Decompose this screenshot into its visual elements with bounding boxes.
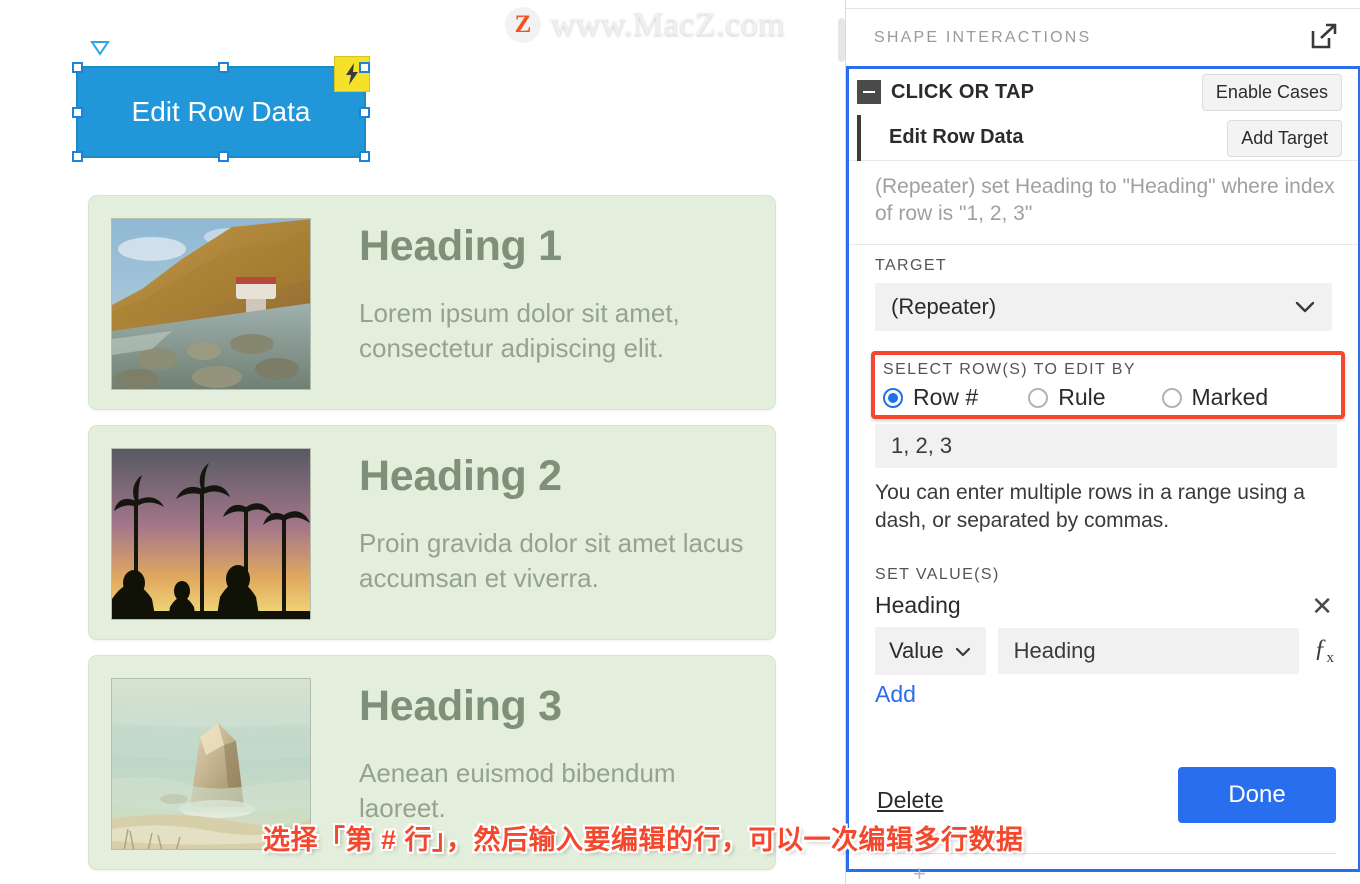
radio-rule-label: Rule	[1058, 384, 1106, 410]
watermark: Z www.MacZ.com	[505, 6, 785, 44]
collapse-minus-icon[interactable]	[857, 80, 881, 104]
selected-widget-group[interactable]: Edit Row Data	[72, 41, 370, 162]
resize-handle[interactable]	[72, 62, 83, 73]
row-select-label: SELECT ROW(S) TO EDIT BY	[883, 361, 1136, 378]
fx-function-icon[interactable]: ƒx	[1311, 635, 1337, 667]
card-heading: Heading 3	[359, 682, 562, 730]
chevron-down-icon	[954, 638, 972, 664]
card-text: Lorem ipsum dolor sit amet, consectetur …	[359, 298, 680, 364]
set-values-label: SET VALUE(S)	[875, 566, 1000, 583]
resize-handle[interactable]	[359, 62, 370, 73]
card-image	[111, 448, 311, 620]
app-root: Z www.MacZ.com Edit Row Data Heading 1 L…	[0, 0, 1360, 884]
radio-button-selected-icon[interactable]	[883, 387, 903, 408]
done-button[interactable]: Done	[1178, 767, 1336, 823]
action-title: Edit Row Data	[889, 126, 1024, 148]
chevron-down-icon	[1294, 294, 1316, 320]
resize-handle[interactable]	[359, 151, 370, 162]
target-section: TARGET (Repeater)	[849, 245, 1358, 331]
repeater-row-item[interactable]: Heading 2 Proin gravida dolor sit amet l…	[88, 425, 776, 640]
rows-hint-text: You can enter multiple rows in a range u…	[875, 481, 1305, 532]
repeater-row-item[interactable]: Heading 1 Lorem ipsum dolor sit amet, co…	[88, 195, 776, 410]
design-canvas[interactable]: Z www.MacZ.com Edit Row Data Heading 1 L…	[0, 0, 845, 884]
edit-row-data-button[interactable]: Edit Row Data	[76, 66, 366, 158]
watermark-text: www.MacZ.com	[551, 6, 786, 43]
rows-input[interactable]: 1, 2, 3	[875, 424, 1337, 468]
radio-marked[interactable]: Marked	[1161, 384, 1269, 411]
enable-cases-button[interactable]: Enable Cases	[1201, 74, 1342, 111]
card-heading: Heading 2	[359, 452, 562, 500]
resize-handle[interactable]	[218, 62, 229, 73]
target-label: TARGET	[875, 256, 948, 274]
set-values-type-select[interactable]: Value	[875, 627, 986, 675]
card-text: Aenean euismod bibendum laoreet.	[359, 758, 676, 824]
card-text: Proin gravida dolor sit amet lacus accum…	[359, 528, 744, 594]
row-select-highlight: SELECT ROW(S) TO EDIT BY Row # Rule Mark…	[871, 351, 1345, 419]
set-values-column-name: Heading	[875, 592, 961, 618]
edit-row-data-button-label: Edit Row Data	[131, 96, 311, 127]
target-select-value: (Repeater)	[891, 293, 997, 319]
card-image	[111, 218, 311, 390]
radio-button-icon[interactable]	[1028, 387, 1049, 408]
panel-header: SHAPE INTERACTIONS	[846, 9, 1360, 67]
action-summary: (Repeater) set Heading to "Heading" wher…	[849, 161, 1358, 245]
delete-link[interactable]: Delete	[877, 787, 943, 814]
add-target-button[interactable]: Add Target	[1227, 120, 1342, 157]
panel-title: SHAPE INTERACTIONS	[874, 29, 1092, 46]
radio-row-number[interactable]: Row #	[883, 384, 978, 411]
resize-handle[interactable]	[218, 151, 229, 162]
set-values-name-row: Heading ✕	[875, 592, 1337, 619]
set-values-type-label: Value	[889, 638, 944, 663]
external-link-icon[interactable]	[1309, 21, 1339, 56]
action-accent-bar	[857, 115, 861, 161]
row-select-radio-group: Row # Rule Marked	[883, 384, 1335, 411]
card-heading: Heading 1	[359, 222, 562, 270]
add-plus-icon[interactable]: +	[913, 863, 926, 884]
radio-marked-label: Marked	[1191, 384, 1269, 410]
resize-handle[interactable]	[72, 107, 83, 118]
resize-handle[interactable]	[72, 151, 83, 162]
add-value-link[interactable]: Add	[875, 681, 916, 708]
watermark-logo-icon: Z	[505, 7, 541, 43]
set-values-section: SET VALUE(S) Heading ✕ Value Heading ƒx	[875, 566, 1337, 675]
close-x-icon[interactable]: ✕	[1307, 593, 1337, 619]
panel-scrollbar[interactable]	[838, 18, 845, 62]
interaction-block: CLICK OR TAP Enable Cases Edit Row Data …	[846, 66, 1360, 884]
radio-row-number-label: Row #	[913, 384, 979, 410]
radio-rule[interactable]: Rule	[1028, 384, 1106, 411]
event-title: CLICK OR TAP	[891, 80, 1035, 103]
set-values-controls: Value Heading ƒx	[875, 627, 1337, 675]
rotate-handle-icon[interactable]	[90, 40, 110, 56]
annotation-caption: 选择「第 # 行」，然后输入要编辑的行，可以一次编辑多行数据	[263, 825, 1024, 855]
resize-handle[interactable]	[359, 107, 370, 118]
set-values-value-input[interactable]: Heading	[997, 628, 1299, 674]
shape-interactions-panel: SHAPE INTERACTIONS CLICK OR TAP Enable C…	[838, 0, 1360, 884]
target-select[interactable]: (Repeater)	[875, 282, 1332, 331]
radio-button-icon[interactable]	[1161, 387, 1182, 408]
